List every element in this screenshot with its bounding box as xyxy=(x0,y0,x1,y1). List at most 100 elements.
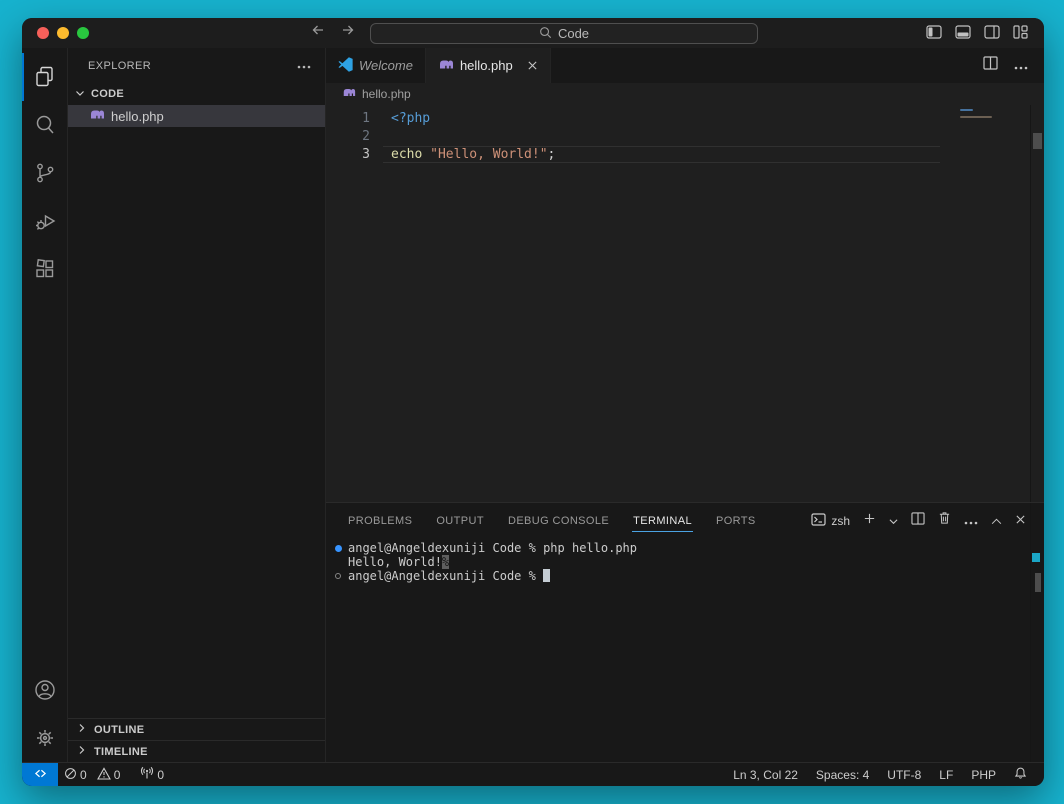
split-terminal-icon[interactable] xyxy=(911,512,925,530)
outline-label: OUTLINE xyxy=(94,724,144,736)
php-file-icon xyxy=(342,87,356,101)
cursor-position[interactable]: Ln 3, Col 22 xyxy=(724,763,807,786)
minimize-window-button[interactable] xyxy=(57,27,69,39)
tab-terminal[interactable]: TERMINAL xyxy=(621,503,704,538)
editor-scrollbar[interactable] xyxy=(1030,105,1044,502)
file-name-label: hello.php xyxy=(111,109,164,124)
warning-count: 0 xyxy=(114,768,121,782)
line-number: 2 xyxy=(326,128,370,146)
eol-sequence[interactable]: LF xyxy=(930,763,962,786)
terminal-line-1: angel@Angeldexuniji Code % php hello.php xyxy=(348,541,1044,555)
tab-hello-php[interactable]: hello.php xyxy=(426,48,551,83)
panel-tab-bar: PROBLEMS OUTPUT DEBUG CONSOLE TERMINAL P… xyxy=(326,503,1044,538)
problems-status[interactable]: 0 0 xyxy=(58,763,126,786)
account-icon xyxy=(33,678,57,702)
command-success-decoration[interactable] xyxy=(335,545,342,552)
terminal-scrollbar-thumb[interactable] xyxy=(1035,573,1041,592)
vscode-logo-icon xyxy=(338,57,353,75)
editor-scrollbar-thumb[interactable] xyxy=(1033,133,1042,149)
customize-layout-icon[interactable] xyxy=(1013,25,1028,44)
language-mode[interactable]: PHP xyxy=(962,763,1005,786)
command-center-search[interactable]: Code xyxy=(370,23,758,44)
editor-more-actions-icon[interactable] xyxy=(1014,57,1028,75)
tab-debug-console-label: DEBUG CONSOLE xyxy=(508,515,609,527)
activity-bar-spacer xyxy=(22,293,67,666)
notifications-bell[interactable] xyxy=(1005,763,1036,786)
error-icon xyxy=(64,767,77,783)
close-window-button[interactable] xyxy=(37,27,49,39)
remote-indicator[interactable] xyxy=(22,763,58,786)
folder-section-header[interactable]: CODE xyxy=(68,83,325,105)
tab-ports[interactable]: PORTS xyxy=(704,503,768,538)
echo-keyword: echo xyxy=(391,147,422,162)
terminal-output[interactable]: angel@Angeldexuniji Code % php hello.php… xyxy=(326,538,1044,762)
code-line-1: 1 <?php xyxy=(326,110,1044,128)
timeline-section-header[interactable]: TIMELINE xyxy=(68,740,325,762)
ports-status[interactable]: 0 xyxy=(134,763,170,786)
php-file-icon xyxy=(438,58,454,74)
new-terminal-icon[interactable] xyxy=(863,512,876,530)
settings-button[interactable] xyxy=(22,714,67,762)
terminal-icon xyxy=(811,513,826,529)
gear-icon xyxy=(33,726,57,750)
search-text: Code xyxy=(558,26,589,41)
toggle-panel-icon[interactable] xyxy=(955,25,971,44)
maximize-panel-icon[interactable] xyxy=(991,512,1002,530)
activity-bar xyxy=(22,48,67,762)
tab-problems[interactable]: PROBLEMS xyxy=(336,503,424,538)
extensions-activity-button[interactable] xyxy=(22,245,67,293)
explorer-activity-button[interactable] xyxy=(22,53,67,101)
status-bar: 0 0 0 Ln 3, Col 22 Spaces: 4 UTF-8 LF PH… xyxy=(22,762,1044,786)
run-debug-activity-button[interactable] xyxy=(22,197,67,245)
code-line-3: 3 echo "Hello, World!"; xyxy=(326,146,1044,164)
accounts-button[interactable] xyxy=(22,666,67,714)
search-icon xyxy=(33,113,57,137)
code-line-2: 2 xyxy=(326,128,1044,146)
indentation[interactable]: Spaces: 4 xyxy=(807,763,878,786)
terminal-overview-decoration xyxy=(1032,553,1040,562)
breadcrumb[interactable]: hello.php xyxy=(326,83,1044,105)
remote-icon xyxy=(33,767,48,783)
php-file-icon xyxy=(89,108,105,124)
tab-ports-label: PORTS xyxy=(716,515,756,527)
minimap-line-3 xyxy=(960,116,992,118)
encoding-label: UTF-8 xyxy=(887,768,921,782)
timeline-label: TIMELINE xyxy=(94,746,148,758)
toggle-sidebar-icon[interactable] xyxy=(926,25,942,44)
shell-selector[interactable]: zsh xyxy=(811,513,850,529)
tab-debug-console[interactable]: DEBUG CONSOLE xyxy=(496,503,621,538)
partial-line-marker: % xyxy=(442,555,449,569)
forward-arrow-icon[interactable] xyxy=(340,22,356,38)
outline-section-header[interactable]: OUTLINE xyxy=(68,718,325,740)
tab-bar: Welcome hello.php xyxy=(326,48,1044,83)
chevron-right-icon xyxy=(74,742,90,761)
ports-count: 0 xyxy=(157,768,164,782)
close-panel-icon[interactable] xyxy=(1015,512,1026,530)
encoding[interactable]: UTF-8 xyxy=(878,763,930,786)
zoom-window-button[interactable] xyxy=(77,27,89,39)
panel-more-actions-icon[interactable] xyxy=(964,512,978,530)
file-item-hello-php[interactable]: hello.php xyxy=(68,105,325,127)
tab-welcome[interactable]: Welcome xyxy=(326,48,426,83)
command-1: php hello.php xyxy=(543,541,637,555)
php-open-tag: <?php xyxy=(391,111,430,126)
search-activity-button[interactable] xyxy=(22,101,67,149)
title-bar: Code xyxy=(22,18,1044,48)
terminal-dropdown-chevron-icon[interactable] xyxy=(889,512,898,530)
back-arrow-icon[interactable] xyxy=(310,22,326,38)
command-output: Hello, World! xyxy=(348,555,442,569)
editor-group: Welcome hello.php hello.php xyxy=(325,48,1044,762)
split-editor-icon[interactable] xyxy=(983,56,998,75)
terminal-scrollbar[interactable] xyxy=(1030,503,1044,762)
tab-output[interactable]: OUTPUT xyxy=(424,503,496,538)
minimap[interactable] xyxy=(960,109,1022,123)
language-label: PHP xyxy=(971,768,996,782)
close-tab-icon[interactable] xyxy=(527,60,538,71)
toggle-secondary-sidebar-icon[interactable] xyxy=(984,25,1000,44)
tab-terminal-label: TERMINAL xyxy=(633,515,692,527)
kill-terminal-icon[interactable] xyxy=(938,511,951,530)
explorer-more-actions-icon[interactable] xyxy=(297,60,311,72)
source-control-activity-button[interactable] xyxy=(22,149,67,197)
code-editor[interactable]: 1 <?php 2 3 echo "Hello, World!"; xyxy=(326,105,1044,502)
prompt-decoration[interactable] xyxy=(335,573,341,579)
